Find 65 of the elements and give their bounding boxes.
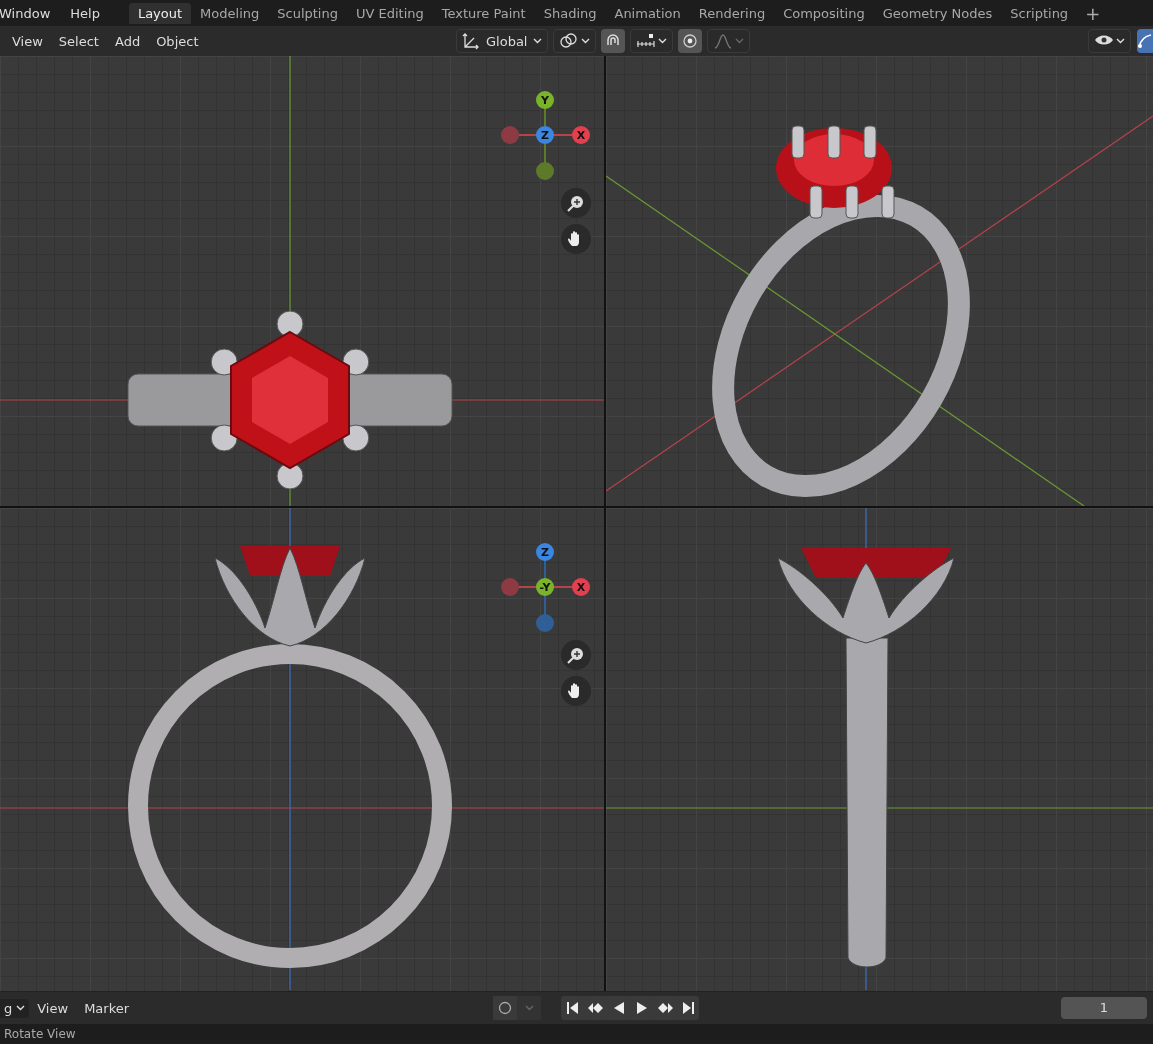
pivot-icon xyxy=(559,32,580,50)
increment-icon xyxy=(636,33,657,49)
keying-toggle[interactable] xyxy=(493,996,517,1020)
pivot-dropdown[interactable] xyxy=(553,29,597,53)
menu-item[interactable]: Select xyxy=(50,30,107,52)
workspace-tab[interactable]: Shading xyxy=(534,2,606,24)
menu-item[interactable]: Marker xyxy=(76,997,138,1019)
keyframe-back-icon xyxy=(586,1001,605,1015)
workspace-tab[interactable]: Animation xyxy=(605,2,690,24)
frame-field[interactable]: 1 xyxy=(1061,997,1147,1019)
zoom-button[interactable] xyxy=(561,640,591,670)
chevron-icon xyxy=(524,1005,534,1011)
zoom-icon xyxy=(567,194,585,212)
target-icon xyxy=(682,33,699,49)
add-workspace-button[interactable]: + xyxy=(1077,2,1109,24)
axis-ball[interactable]: Y xyxy=(536,91,554,109)
workspace-tab[interactable]: Sculpting xyxy=(268,2,347,24)
chevron-icon xyxy=(533,38,543,44)
workspace-tab[interactable]: Modeling xyxy=(191,2,269,24)
snap-target-dropdown[interactable] xyxy=(630,29,674,53)
workspace-tab[interactable]: Rendering xyxy=(689,2,775,24)
record-icon xyxy=(498,1001,512,1015)
viewport[interactable]: Z -Y X xyxy=(0,508,604,991)
workspace-tab[interactable]: Layout xyxy=(128,2,192,24)
chevron-icon xyxy=(16,1005,26,1011)
zoom-icon xyxy=(567,646,585,664)
status-text: Rotate View xyxy=(4,1027,76,1041)
axis-ball[interactable]: X xyxy=(572,126,590,144)
viewport[interactable]: Y Z X xyxy=(0,56,604,506)
pan-button[interactable] xyxy=(561,676,591,706)
chevron-icon xyxy=(735,38,745,44)
axis-ball[interactable]: X xyxy=(572,578,590,596)
play-icon xyxy=(634,1001,649,1015)
skip-end-icon xyxy=(680,1001,695,1015)
menu-item[interactable]: Add xyxy=(106,30,149,52)
viewport[interactable] xyxy=(606,508,1153,991)
workspace-tab[interactable]: Geometry Nodes xyxy=(873,2,1002,24)
axis-ball[interactable]: Z xyxy=(536,126,554,144)
menu-item[interactable]: View xyxy=(29,997,77,1019)
pan-button[interactable] xyxy=(561,224,591,254)
viewport[interactable] xyxy=(606,56,1153,506)
axis-ball[interactable]: -Y xyxy=(536,578,554,596)
snap-toggle[interactable] xyxy=(601,29,626,53)
falloff-curve-icon xyxy=(713,33,734,49)
transform-axes-icon xyxy=(462,32,480,50)
zoom-button[interactable] xyxy=(561,188,591,218)
gizmo-icon xyxy=(1137,33,1151,49)
chevron-icon xyxy=(658,38,668,44)
chevron-icon xyxy=(1116,38,1125,44)
visibility-dropdown[interactable] xyxy=(1088,29,1131,53)
workspace-tab[interactable]: Compositing xyxy=(774,2,874,24)
proportional-editing-toggle[interactable] xyxy=(678,29,703,53)
gizmo-toggle[interactable] xyxy=(1137,29,1153,53)
orientation-dropdown[interactable]: Global xyxy=(456,29,549,53)
workspace-tab[interactable]: UV Editing xyxy=(346,2,433,24)
skip-start-icon xyxy=(565,1001,580,1015)
chevron-icon xyxy=(581,38,591,44)
workspace-tab[interactable]: Texture Paint xyxy=(432,2,535,24)
menu-item[interactable]: View xyxy=(4,30,51,52)
menu-item[interactable]: Help xyxy=(62,5,113,21)
menu-item[interactable]: Window xyxy=(0,5,64,21)
menu-item[interactable]: Object xyxy=(148,30,207,52)
editor-type-dropdown[interactable]: g xyxy=(0,998,30,1018)
axis-ball[interactable]: Z xyxy=(536,543,554,561)
workspace-tab[interactable]: Scripting xyxy=(1001,2,1078,24)
